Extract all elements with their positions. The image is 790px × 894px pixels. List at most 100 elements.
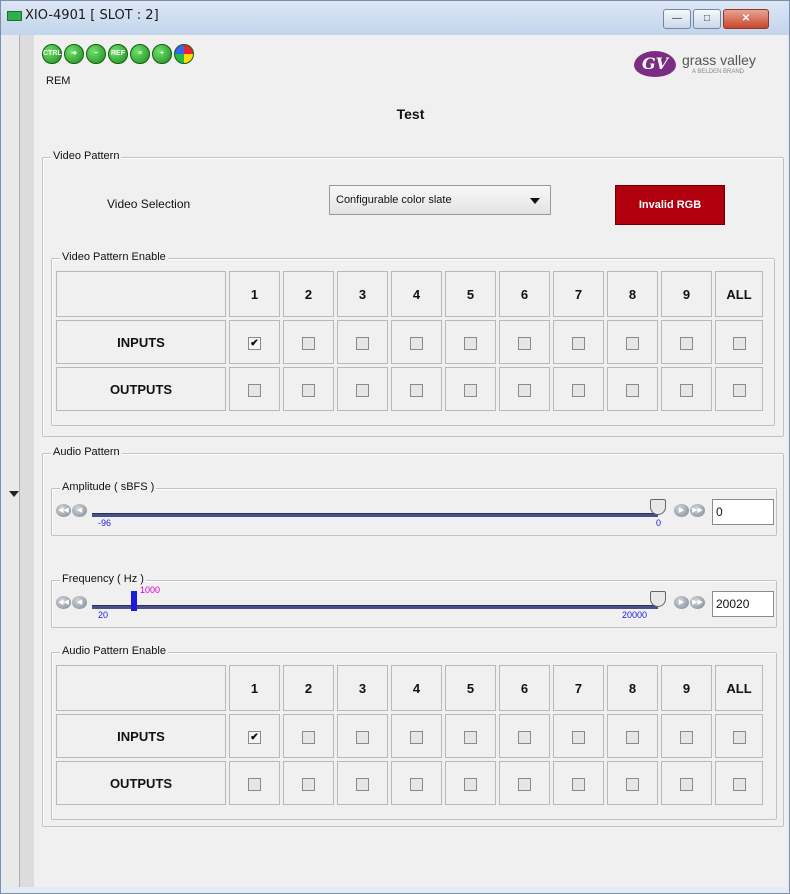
checkbox[interactable]: [518, 336, 531, 350]
step-forward-icon[interactable]: ▶: [674, 504, 689, 517]
checkbox-cell: [715, 714, 763, 758]
checkbox[interactable]: [732, 383, 746, 397]
checkbox[interactable]: [518, 383, 531, 397]
checkbox[interactable]: [572, 383, 585, 397]
invalid-rgb-button[interactable]: Invalid RGB: [615, 185, 725, 225]
checkbox[interactable]: [302, 777, 315, 791]
table-row: INPUTS ✔: [56, 714, 763, 758]
frequency-value-field[interactable]: 20020: [712, 591, 774, 617]
checkbox[interactable]: [302, 730, 315, 744]
checkbox[interactable]: [248, 383, 261, 397]
checkbox[interactable]: [464, 730, 477, 744]
main-content: CTRL ➔ − REF ≡ + REM GV grass valley A BELDEN…: [34, 35, 787, 887]
checkbox[interactable]: [680, 730, 693, 744]
checkbox-cell: [715, 367, 763, 411]
fast-back-icon[interactable]: ◀◀: [56, 504, 71, 517]
step-forward-icon[interactable]: ▶: [674, 596, 689, 609]
checkbox-cell: [445, 320, 496, 364]
checkbox[interactable]: [410, 730, 423, 744]
checkbox[interactable]: [356, 336, 369, 350]
fast-forward-icon[interactable]: ▶▶: [690, 596, 705, 609]
checkbox-cell: [553, 320, 604, 364]
row-label: OUTPUTS: [56, 367, 226, 411]
column-header: 6: [499, 665, 550, 711]
amplitude-group: Amplitude ( sBFS ) ◀◀ ◀ -96 0 ▶ ▶▶ 0: [51, 481, 777, 536]
checkbox[interactable]: [572, 336, 585, 350]
checkbox[interactable]: [302, 336, 315, 350]
tree-icon[interactable]: ≡: [130, 44, 150, 64]
column-header: 4: [391, 271, 442, 317]
checkbox-cell: [391, 761, 442, 805]
step-back-icon[interactable]: ◀: [72, 504, 87, 517]
checkbox-cell: [445, 714, 496, 758]
checkbox[interactable]: [680, 336, 693, 350]
checkbox[interactable]: [464, 336, 477, 350]
logo-subtext: A BELDEN BRAND: [692, 69, 745, 75]
checkbox[interactable]: [626, 336, 639, 350]
checkbox[interactable]: [732, 777, 746, 791]
close-button[interactable]: ✕: [723, 9, 769, 29]
video-selection-value: Configurable color slate: [336, 194, 452, 206]
checkbox[interactable]: [572, 777, 585, 791]
color-wheel-icon[interactable]: [174, 44, 194, 64]
checkbox[interactable]: [464, 383, 477, 397]
arrow-right-icon[interactable]: ➔: [64, 44, 84, 64]
video-selection-dropdown[interactable]: Configurable color slate: [329, 185, 551, 215]
checkbox-cell: [499, 714, 550, 758]
checkbox[interactable]: [410, 336, 423, 350]
checkbox[interactable]: [626, 777, 639, 791]
checkbox[interactable]: [626, 383, 639, 397]
column-header: 9: [661, 665, 712, 711]
checkbox[interactable]: [302, 383, 315, 397]
checkbox[interactable]: [680, 383, 693, 397]
column-header: ALL: [715, 271, 763, 317]
checkbox[interactable]: [518, 777, 531, 791]
checkbox[interactable]: ✔: [248, 730, 261, 744]
checkbox-cell: [553, 367, 604, 411]
ctrl-icon[interactable]: CTRL: [42, 44, 62, 64]
checkbox[interactable]: [356, 777, 369, 791]
checkbox-cell: [337, 714, 388, 758]
checkbox[interactable]: [626, 730, 639, 744]
chevron-down-icon: [530, 198, 540, 204]
checkbox[interactable]: ✔: [248, 336, 261, 350]
frequency-slider-thumb[interactable]: [650, 591, 666, 607]
checkbox[interactable]: [464, 777, 477, 791]
amplitude-value-field[interactable]: 0: [712, 499, 774, 525]
step-back-icon[interactable]: ◀: [72, 596, 87, 609]
column-header: 2: [283, 665, 334, 711]
minus-icon[interactable]: −: [86, 44, 106, 64]
checkbox-cell: [607, 367, 658, 411]
checkbox[interactable]: [410, 383, 423, 397]
plus-icon[interactable]: +: [152, 44, 172, 64]
frequency-slider-track[interactable]: [92, 605, 658, 609]
maximize-button[interactable]: □: [693, 9, 721, 29]
checkbox-cell: [715, 320, 763, 364]
checkbox[interactable]: [732, 336, 746, 350]
toolbar: CTRL ➔ − REF ≡ +: [42, 41, 282, 71]
collapse-arrow-icon[interactable]: [9, 491, 19, 497]
checkbox[interactable]: [732, 730, 746, 744]
amplitude-slider-track[interactable]: [92, 513, 658, 517]
fast-back-icon[interactable]: ◀◀: [56, 596, 71, 609]
fast-forward-icon[interactable]: ▶▶: [690, 504, 705, 517]
checkbox-cell: [283, 714, 334, 758]
checkbox[interactable]: [518, 730, 531, 744]
checkbox-cell: [715, 761, 763, 805]
checkbox[interactable]: [572, 730, 585, 744]
checkbox[interactable]: [410, 777, 423, 791]
checkbox[interactable]: [680, 777, 693, 791]
checkbox[interactable]: [356, 730, 369, 744]
video-selection-label: Video Selection: [107, 197, 191, 211]
checkbox[interactable]: [356, 383, 369, 397]
amplitude-slider-thumb[interactable]: [650, 499, 666, 515]
minimize-button[interactable]: —: [663, 9, 691, 29]
column-header: 8: [607, 665, 658, 711]
checkbox-cell: [661, 714, 712, 758]
column-header: 5: [445, 271, 496, 317]
checkbox[interactable]: [248, 777, 261, 791]
ref-icon[interactable]: REF: [108, 44, 128, 64]
frequency-marker[interactable]: [131, 591, 137, 611]
column-header: 3: [337, 271, 388, 317]
checkbox-cell: [553, 761, 604, 805]
